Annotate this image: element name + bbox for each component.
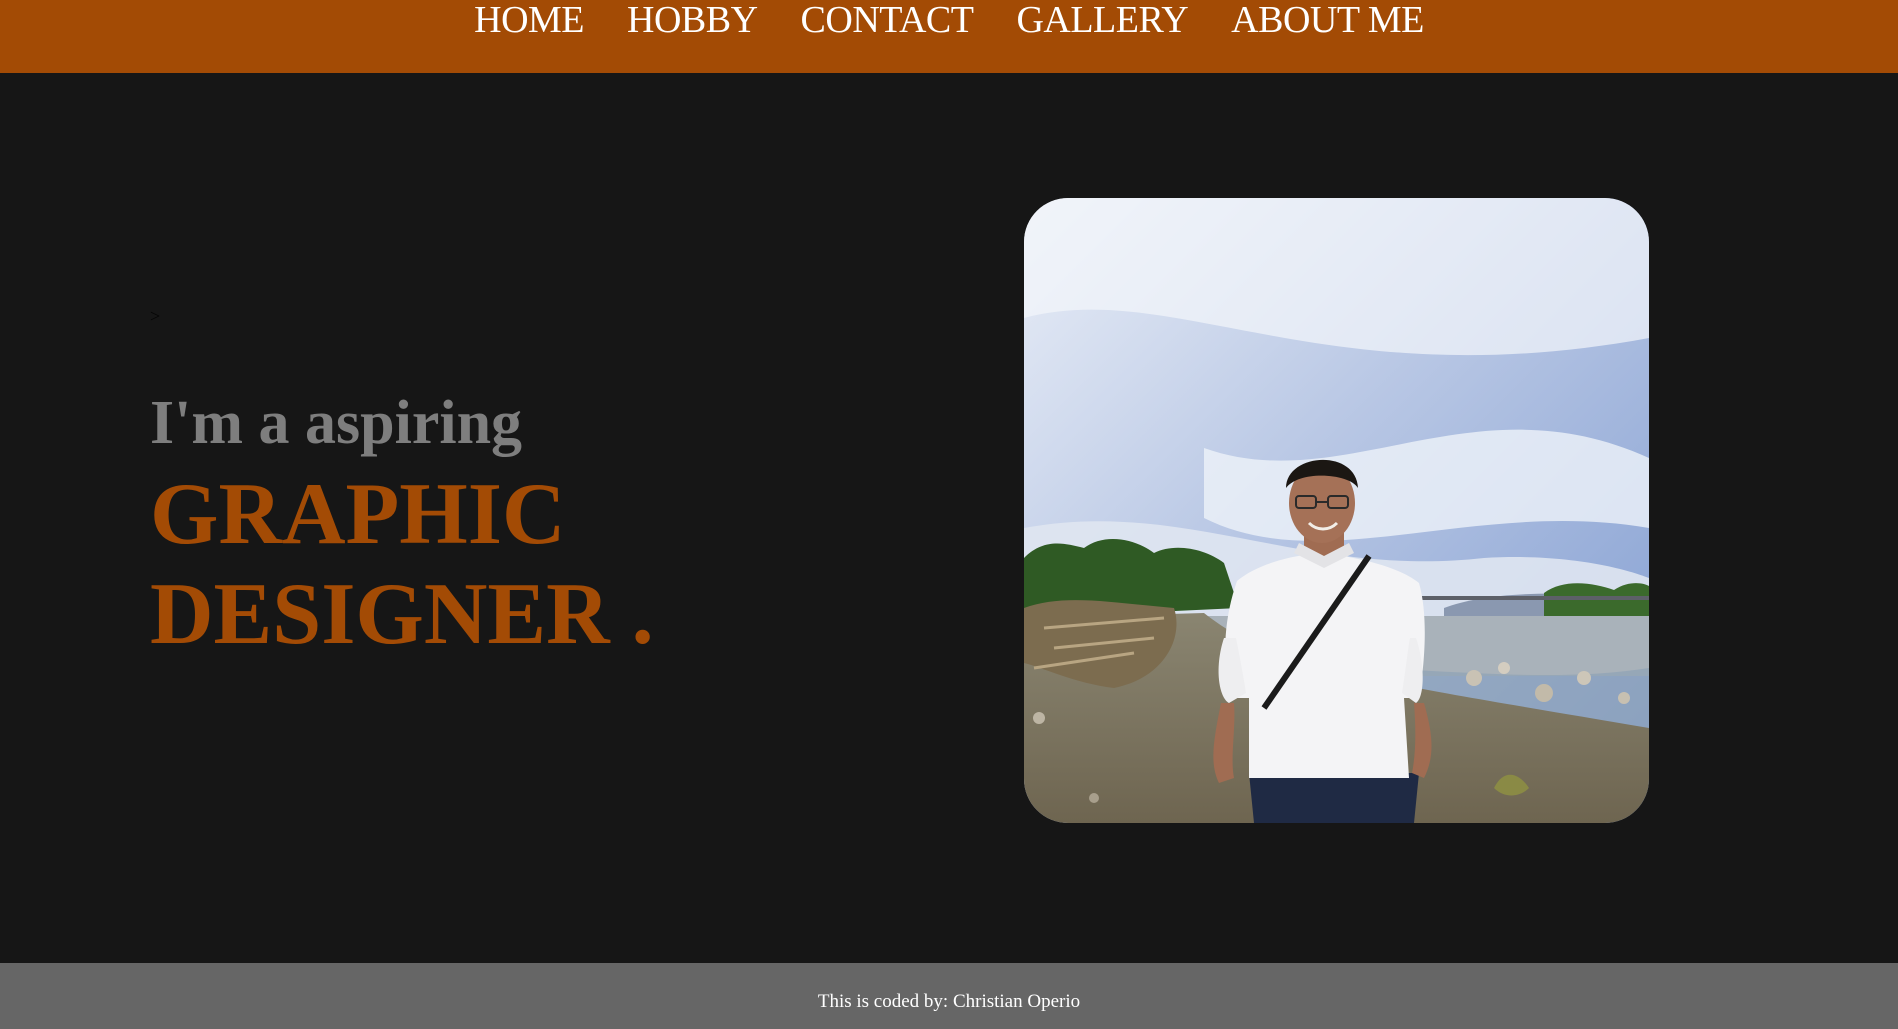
nav-link-contact[interactable]: CONTACT <box>801 0 974 40</box>
profile-photo <box>1024 198 1649 823</box>
stray-text: > <box>150 306 161 326</box>
profile-photo-image <box>1024 198 1649 823</box>
hero-title-line1: GRAPHIC <box>150 466 566 563</box>
hero-title-line2: DESIGNER . <box>150 566 654 663</box>
hero-title: GRAPHIC DESIGNER . <box>150 465 850 665</box>
footer: This is coded by: Christian Operio <box>0 963 1898 1029</box>
nav-link-hobby[interactable]: HOBBY <box>627 0 758 40</box>
nav-link-about-me[interactable]: ABOUT ME <box>1231 0 1424 40</box>
navbar: HOME HOBBY CONTACT GALLERY ABOUT ME <box>0 0 1898 73</box>
nav-link-gallery[interactable]: GALLERY <box>1016 0 1188 40</box>
hero-subtitle: I'm a aspiring <box>150 389 523 457</box>
nav-link-home[interactable]: HOME <box>474 0 584 40</box>
nav-links: HOME HOBBY CONTACT GALLERY ABOUT ME <box>0 0 1898 40</box>
footer-credit: This is coded by: Christian Operio <box>817 991 1081 1012</box>
